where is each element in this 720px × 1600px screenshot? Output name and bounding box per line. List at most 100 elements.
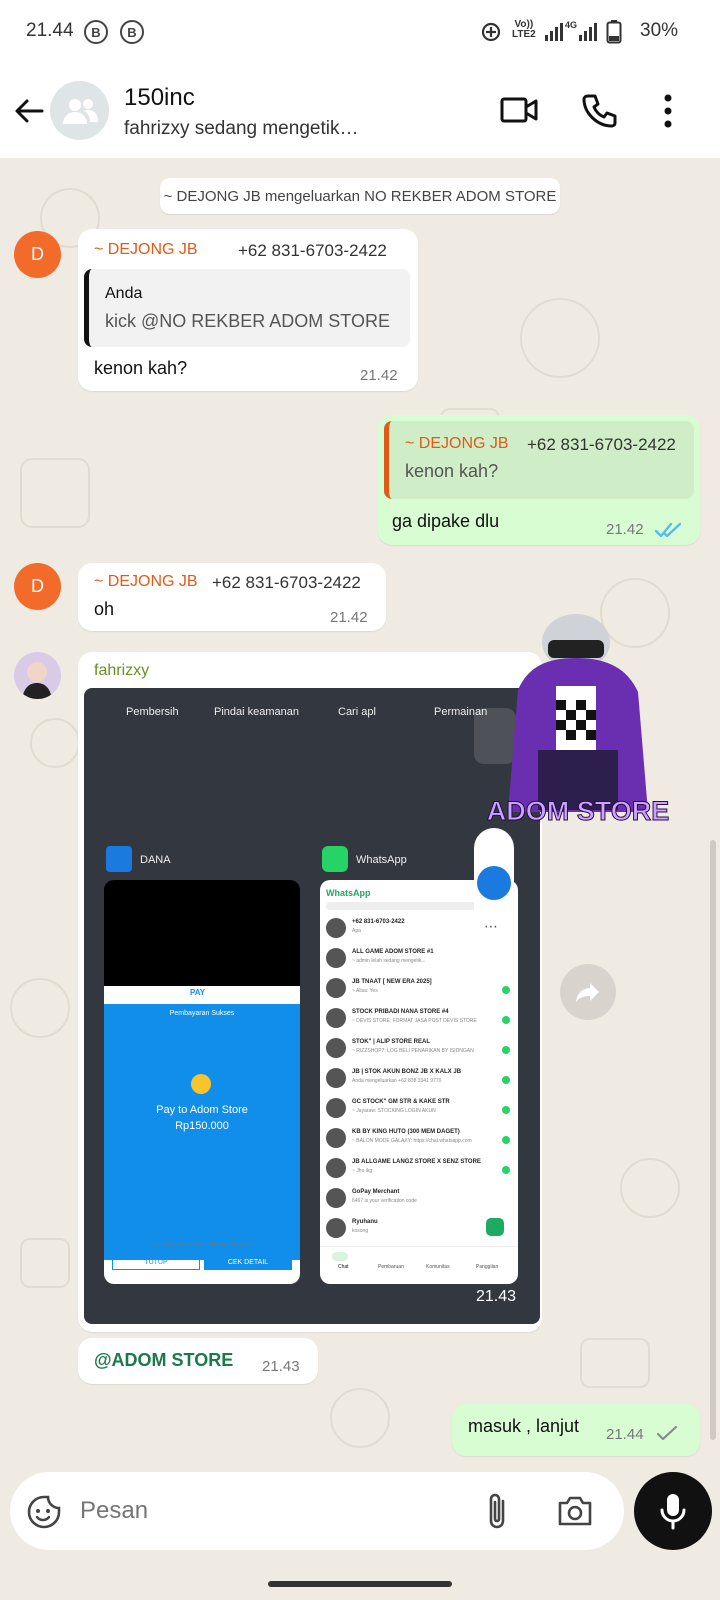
paperclip-icon[interactable] — [486, 1492, 510, 1535]
wa-chat-row: STOCK PRIBADI NANA STORE #4 ~ DEVIS STORE… — [326, 1004, 512, 1034]
app-name: WhatsApp — [356, 854, 407, 866]
message-time: 21.42 — [330, 609, 368, 626]
wa-chat-row: JB | STOK AKUN BONZ JB X KALX JB Anda men… — [326, 1064, 512, 1094]
message-bubble-outgoing[interactable]: masuk , lanjut 21.44 — [452, 1404, 700, 1456]
wa-chat-name: STOK" | ALIP STORE REAL — [352, 1039, 430, 1045]
quote-text: kick @NO REKBER ADOM STORE — [105, 311, 390, 331]
quick-action-label: Pindai keamanan — [214, 706, 300, 718]
voice-message-button[interactable] — [634, 1472, 712, 1550]
wa-chat-avatar — [326, 948, 346, 968]
sender-avatar[interactable] — [14, 652, 61, 699]
home-gesture-handle[interactable] — [268, 1581, 452, 1587]
quoted-message[interactable]: Anda kick @NO REKBER ADOM STORE — [84, 269, 410, 347]
wa-chat-avatar — [326, 1008, 346, 1028]
sender-name[interactable]: fahrizxy — [94, 662, 149, 680]
chat-tab-icon — [332, 1252, 348, 1261]
wa-chat-avatar — [326, 1128, 346, 1148]
quote-text: kenon kah? — [405, 461, 499, 481]
wa-chat-avatar — [326, 1068, 346, 1088]
wa-chat-avatar — [326, 978, 346, 998]
wa-chat-snippet: ~ DEVIS STORE: FORMAT JASA POST DEVIS ST… — [352, 1018, 477, 1024]
bell-icon — [477, 866, 511, 900]
wa-chat-name: JB | STOK AKUN BONZ JB X KALX JB — [352, 1069, 462, 1075]
sender-phone: +62 831-6703-2422 — [238, 241, 387, 260]
wa-chat-name: ALL GAME ADOM STORE #1 — [352, 949, 434, 955]
wa-chat-row: JB ALLGAME LANGZ STORE X SENZ STORE ~ Jho… — [326, 1154, 512, 1184]
coin-icon — [191, 1074, 211, 1094]
dana-pay-to: Pay to Adom Store — [156, 1104, 248, 1116]
sticker-text: ADOM STORE — [486, 796, 670, 827]
quick-action-label: Cari apl — [338, 706, 376, 718]
system-message-text: ~ DEJONG JB mengeluarkan NO REKBER ADOM … — [163, 187, 557, 205]
signal-icon-2 — [578, 20, 598, 44]
sender-phone: +62 831-6703-2422 — [212, 573, 361, 592]
dana-close-button: TUTUP — [112, 1254, 200, 1270]
dana-status: Pembayaran Sukses — [169, 1010, 235, 1017]
message-bubble-incoming[interactable]: @ADOM STORE 21.43 — [78, 1338, 318, 1384]
sender-name[interactable]: ~ DEJONG JB — [94, 573, 198, 591]
system-message: ~ DEJONG JB mengeluarkan NO REKBER ADOM … — [160, 178, 560, 214]
wa-chat-snippet: ~ Jayaraw: STOCKING LOGIN AKUN — [352, 1108, 436, 1114]
data-saver-icon — [480, 20, 502, 44]
wa-chat-snippet: ~ admin lelah sedang mengetik... — [352, 958, 426, 964]
dana-detail-button: CEK DETAIL — [204, 1254, 292, 1270]
video-call-icon[interactable] — [500, 94, 538, 126]
signal-icon-1 — [544, 20, 564, 44]
forward-button[interactable] — [560, 964, 616, 1020]
wa-chat-snippet: Anda mengeluarkan +62 838 3341 9770 — [352, 1078, 442, 1084]
quoted-message[interactable]: ~ DEJONG JB +62 831-6703-2422 kenon kah? — [384, 421, 694, 499]
screenshot-image[interactable]: Pembersih Pindai keamanan Cari apl Perma… — [84, 688, 540, 1324]
wa-chat-snippet: 6467 is your verification code — [352, 1198, 417, 1204]
sender-avatar[interactable]: D — [14, 231, 61, 278]
more-vertical-icon[interactable] — [662, 94, 674, 128]
wa-chat-snippet: ~ Alisa: Yes — [352, 988, 378, 994]
wa-chat-snippet: kosong — [352, 1228, 369, 1234]
sender-avatar[interactable]: D — [14, 563, 61, 610]
message-time: 21.42 — [606, 521, 644, 538]
quick-action-label: Pembersih — [126, 706, 179, 718]
wa-chat-name: JB TNAAT [ NEW ERA 2025] — [352, 979, 432, 985]
wa-chat-avatar — [326, 1218, 346, 1238]
message-bubble-incoming[interactable]: ~ DEJONG JB +62 831-6703-2422 Anda kick … — [78, 229, 418, 391]
message-bubble-outgoing[interactable]: ~ DEJONG JB +62 831-6703-2422 kenon kah?… — [378, 415, 700, 545]
scrollbar[interactable] — [710, 840, 716, 1440]
wa-chat-row: GC STOCK" GM STR & KAKE STR ~ Jayaraw: ST… — [326, 1094, 512, 1124]
message-text: oh — [94, 599, 115, 619]
adom-store-sticker[interactable]: ADOM STORE — [478, 600, 678, 850]
wa-tab: Komunitas — [426, 1264, 450, 1270]
wa-tab: Pembaruan — [378, 1264, 404, 1270]
camera-icon[interactable] — [556, 1494, 594, 1533]
wa-chat-snippet: ~ RIZZSHOP7: LOG BELI PENARIKAN BY ISIDN… — [352, 1048, 474, 1054]
forward-icon — [576, 983, 599, 1002]
message-input[interactable] — [80, 1490, 460, 1532]
sender-name[interactable]: ~ DEJONG JB — [94, 241, 198, 259]
wa-unread-badge — [502, 1106, 510, 1114]
group-icon — [62, 98, 98, 124]
wa-chat-name: GoPay Merchant — [352, 1189, 400, 1195]
status-b-icon: B — [84, 20, 108, 44]
chat-title[interactable]: 150inc — [124, 84, 195, 112]
dana-amount: Rp150.000 — [175, 1120, 229, 1132]
message-bubble-incoming[interactable]: ~ DEJONG JB +62 831-6703-2422 oh 21.42 — [78, 563, 386, 631]
wa-unread-badge — [502, 1076, 510, 1084]
volte-icon: Vo)) LTE2 — [512, 20, 536, 44]
wa-chat-row: KB BY KING HUTO (300 MEM DAGET) ~ BALON M… — [326, 1124, 512, 1154]
sticker-icon[interactable] — [26, 1494, 62, 1535]
wa-chat-avatar — [326, 918, 346, 938]
mention-link[interactable]: @ADOM STORE — [94, 1350, 233, 1371]
wa-chat-list: +62 831-6703-2422 Apa ALL GAME ADOM STORE … — [320, 914, 518, 1244]
wa-unread-badge — [502, 1046, 510, 1054]
phone-icon[interactable] — [582, 92, 618, 128]
system-nav-bar — [0, 1558, 720, 1600]
group-avatar[interactable] — [50, 81, 109, 140]
lte-label: LTE2 — [512, 29, 536, 40]
message-text: ga dipake dlu — [392, 511, 500, 531]
status-bar: 21.44 B B Vo)) LTE2 4G 30% — [0, 0, 720, 62]
wa-tab: Chat — [338, 1264, 349, 1270]
status-b-icon: B — [120, 20, 144, 44]
message-composer[interactable] — [10, 1472, 624, 1550]
wa-tab: Panggilan — [476, 1264, 499, 1270]
wa-chat-name: STOCK PRIBADI NANA STORE #4 — [352, 1009, 449, 1015]
arrow-left-icon[interactable] — [12, 94, 46, 128]
typing-status: fahrizxy sedang mengetik… — [124, 118, 359, 139]
